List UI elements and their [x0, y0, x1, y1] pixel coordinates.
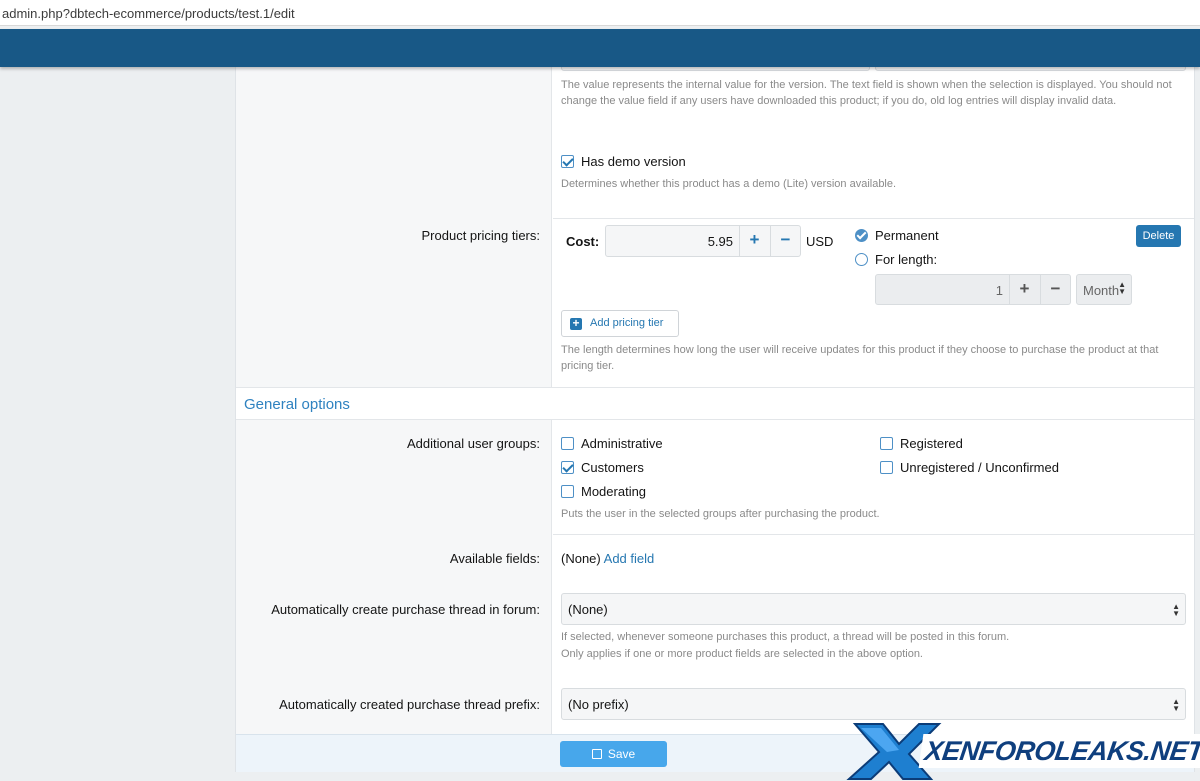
save-label: Save — [607, 747, 636, 761]
cost-increment-button[interactable]: + — [739, 226, 769, 256]
version-text-input[interactable] — [875, 67, 1186, 71]
admin-top-bar — [0, 29, 1200, 67]
group-registered-checkbox[interactable] — [880, 437, 893, 450]
cost-decrement-button[interactable]: − — [770, 226, 800, 256]
has-demo-explain: Determines whether this product has a de… — [561, 178, 897, 190]
label-column-lower — [236, 420, 552, 734]
available-fields-value: (None) Add field — [561, 551, 654, 566]
group-moderating-checkbox[interactable] — [561, 485, 574, 498]
divider — [553, 534, 1194, 535]
left-sidebar — [0, 67, 234, 781]
save-button[interactable]: Save — [560, 741, 667, 767]
group-moderating-label: Moderating — [581, 484, 647, 499]
has-demo-checkbox[interactable] — [561, 155, 574, 168]
permanent-radio[interactable] — [855, 229, 868, 242]
select-arrow-icon: ▲ ▼ — [1172, 697, 1180, 713]
length-unit-select[interactable]: Month ▲ ▼ — [1076, 274, 1132, 305]
thread-prefix-value: (No prefix) — [568, 697, 629, 712]
group-administrative-checkbox[interactable] — [561, 437, 574, 450]
thread-forum-label: Automatically create purchase thread in … — [271, 602, 540, 617]
available-fields-none: (None) — [561, 551, 601, 566]
divider — [553, 218, 1194, 219]
add-pricing-tier-label: Add pricing tier — [590, 317, 664, 329]
general-options-header: General options — [236, 387, 1194, 420]
user-groups-label: Additional user groups: — [407, 436, 540, 451]
group-administrative-label: Administrative — [581, 436, 663, 451]
version-explain: The value represents the internal value … — [561, 79, 1172, 107]
group-unregistered-label: Unregistered / Unconfirmed — [900, 460, 1059, 475]
thread-prefix-select[interactable]: (No prefix) ▲ ▼ — [561, 688, 1186, 720]
xenforoleaks-logo: XENFOROLEAKS.NET — [843, 722, 1200, 781]
delete-tier-button[interactable]: Delete — [1136, 225, 1181, 247]
length-input[interactable]: 1 — [876, 283, 1003, 298]
length-increment-button[interactable]: + — [1009, 275, 1039, 305]
permanent-label: Permanent — [875, 228, 939, 243]
address-bar[interactable]: admin.php?dbtech-ecommerce/products/test… — [0, 0, 1200, 26]
general-options-heading: General options — [244, 396, 350, 413]
product-edit-form: The value represents the internal value … — [235, 67, 1195, 772]
add-pricing-tier-button[interactable]: + Add pricing tier — [561, 310, 679, 337]
length-decrement-button[interactable]: − — [1040, 275, 1070, 305]
plus-square-icon: + — [570, 317, 582, 330]
available-fields-label: Available fields: — [449, 551, 540, 566]
for-length-radio[interactable] — [855, 253, 868, 266]
logo-text: XENFOROLEAKS.NET — [918, 734, 1200, 768]
thread-forum-select[interactable]: (None) ▲ ▼ — [561, 593, 1186, 625]
save-icon — [591, 749, 602, 759]
group-customers-label: Customers — [581, 460, 644, 475]
cost-label: Cost: — [566, 234, 600, 249]
currency-label: USD — [806, 234, 834, 249]
group-unregistered-checkbox[interactable] — [880, 461, 893, 474]
thread-forum-explain-1: If selected, whenever someone purchases … — [561, 631, 1010, 643]
for-length-label: For length: — [875, 252, 938, 267]
label-column-upper — [236, 67, 552, 387]
select-arrow-icon: ▲ ▼ — [1172, 602, 1180, 618]
length-stepper: 1 + − — [875, 274, 1071, 305]
cost-input[interactable]: 5.95 — [606, 234, 733, 249]
pricing-tiers-label: Product pricing tiers: — [421, 228, 541, 243]
add-field-link[interactable]: Add field — [604, 551, 655, 566]
select-arrow-icon: ▲ ▼ — [1118, 280, 1126, 296]
pricing-explain: The length determines how long the user … — [561, 344, 1159, 372]
length-unit-value: Month — [1083, 283, 1120, 298]
user-groups-explain: Puts the user in the selected groups aft… — [561, 508, 880, 520]
address-url: admin.php?dbtech-ecommerce/products/test… — [2, 6, 295, 21]
thread-forum-value: (None) — [568, 602, 608, 617]
thread-forum-explain-2: Only applies if one or more product fiel… — [561, 648, 923, 660]
version-value-input[interactable] — [561, 67, 870, 71]
group-customers-checkbox[interactable] — [561, 461, 574, 474]
has-demo-label: Has demo version — [581, 154, 686, 169]
thread-prefix-label: Automatically created purchase thread pr… — [279, 697, 540, 712]
group-registered-label: Registered — [900, 436, 963, 451]
cost-stepper: 5.95 + − — [605, 225, 801, 257]
